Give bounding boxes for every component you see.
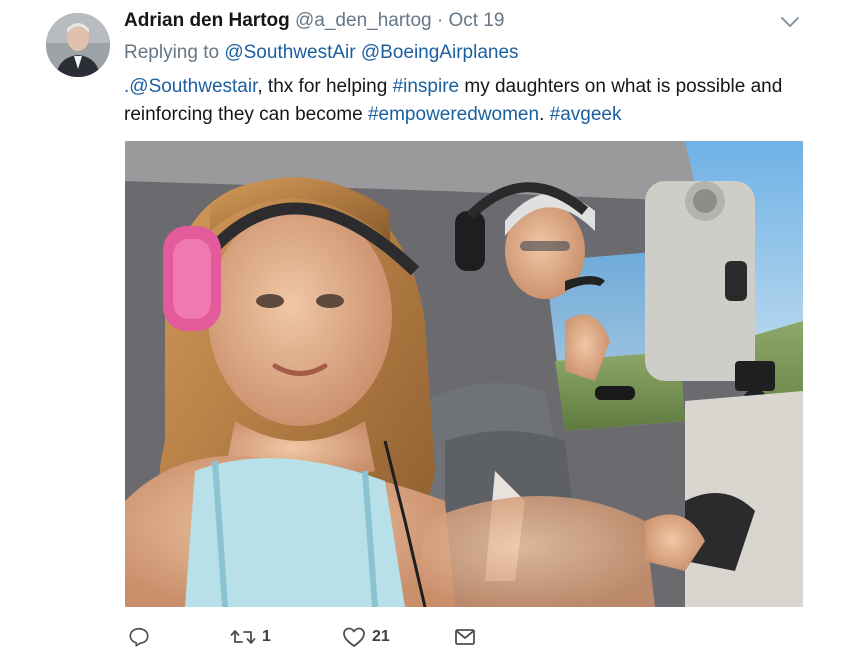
- cockpit-photo: [125, 141, 803, 607]
- tweet-header: Adrian den Hartog @a_den_hartog · Oct 19: [124, 10, 504, 34]
- reply-mention-southwestair[interactable]: @SouthwestAir: [224, 42, 355, 63]
- retweet-icon: [230, 626, 256, 648]
- hashtag-inspire[interactable]: #inspire: [393, 76, 460, 97]
- envelope-icon: [454, 627, 476, 647]
- text-segment: , thx for helping: [257, 76, 393, 97]
- avatar[interactable]: [46, 13, 110, 77]
- tweet-media-photo[interactable]: [125, 141, 803, 607]
- avatar-photo: [46, 13, 110, 77]
- reply-button[interactable]: [128, 622, 150, 652]
- heart-icon: [342, 626, 366, 648]
- tweet-text: .@Southwestair, thx for helping #inspire…: [124, 73, 814, 129]
- separator: ·: [436, 10, 444, 31]
- reply-icon: [128, 626, 150, 648]
- author-handle[interactable]: @a_den_hartog: [295, 10, 432, 31]
- direct-message-button[interactable]: [454, 622, 476, 652]
- hashtag-avgeek[interactable]: #avgeek: [550, 104, 622, 125]
- tweet-actions: 1 21: [124, 622, 544, 652]
- author-name[interactable]: Adrian den Hartog: [124, 10, 290, 31]
- mention-southwestair[interactable]: .@Southwestair: [124, 76, 257, 97]
- hashtag-empoweredwomen[interactable]: #empoweredwomen: [368, 104, 539, 125]
- retweet-count: 1: [262, 628, 271, 645]
- replying-label: Replying to: [124, 42, 220, 63]
- like-count: 21: [372, 628, 390, 645]
- text-segment: .: [539, 104, 550, 125]
- like-button[interactable]: 21: [342, 622, 390, 652]
- reply-mention-boeingairplanes[interactable]: @BoeingAirplanes: [361, 42, 519, 63]
- replying-to: Replying to @SouthwestAir @BoeingAirplan…: [124, 42, 519, 64]
- chevron-down-icon[interactable]: [775, 10, 805, 34]
- retweet-button[interactable]: 1: [230, 622, 271, 652]
- tweet-date[interactable]: Oct 19: [448, 10, 504, 31]
